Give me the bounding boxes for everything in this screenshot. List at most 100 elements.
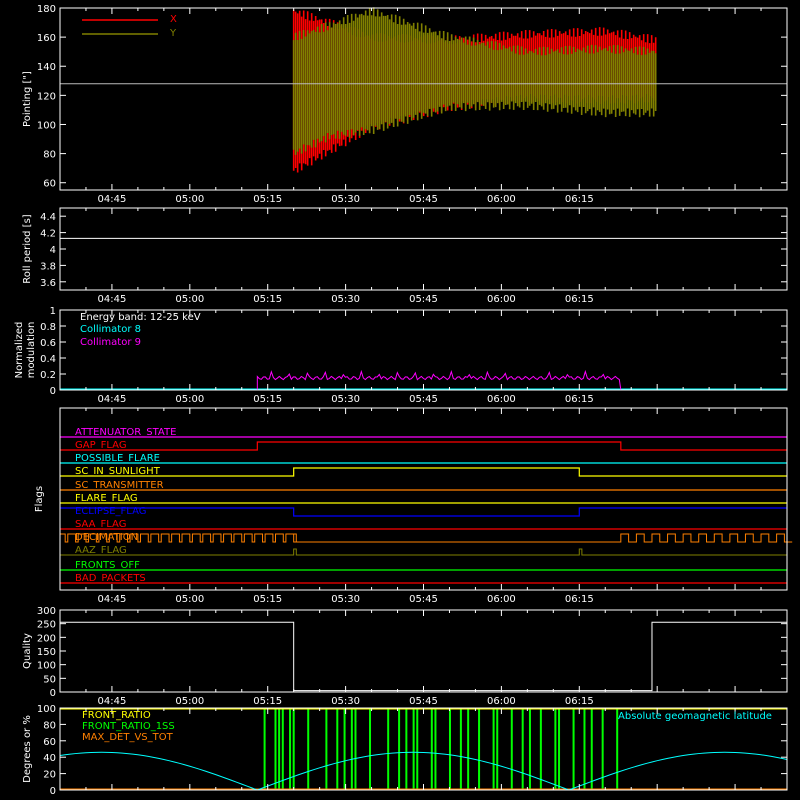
y-tick-label: 1	[50, 306, 56, 317]
flag-label: SC_TRANSMITTER	[75, 480, 164, 491]
y-tick-label: 300	[37, 606, 56, 617]
degrees-panel: 0 20 40 60 80 100 Degrees or % FRONT_RATIOFRONT…	[22, 704, 788, 797]
y-axis-label: modulation	[26, 322, 37, 379]
time-tick-label: 05:00	[175, 194, 204, 205]
flag-label: ECLIPSE_FLAG	[75, 506, 146, 517]
legend-geomag: Absolute geomagnetic latitude	[618, 711, 772, 722]
flag-label: SAA_FLAG	[75, 519, 126, 530]
time-tick-label: 06:15	[565, 194, 594, 205]
time-tick-label: 05:30	[331, 394, 360, 405]
time-tick-label: 06:15	[565, 394, 594, 405]
flag-label: AAZ_FLAG	[75, 545, 127, 556]
flags-panel: Flags ATTENUATOR_STATE GAP_FLAG POSSIBLE_FL…	[34, 407, 793, 605]
quality-line	[60, 621, 787, 692]
multi-panel-chart: 6080100120140160180Pointing ["]04:45 05:0…	[14, 4, 793, 797]
flag-line	[60, 441, 787, 451]
time-tick-label: 05:00	[175, 594, 204, 605]
legend-label: FRONT_RATIO	[82, 710, 151, 721]
y-tick-label: 80	[43, 150, 56, 161]
legend-collimator-8: Collimator 8	[80, 324, 141, 335]
legend-y-label: Y	[169, 28, 177, 39]
time-tick-label: 05:00	[175, 394, 204, 405]
flag-label: DECIMATION	[75, 532, 138, 543]
flag-label: POSSIBLE_FLARE	[75, 453, 160, 464]
y-tick-label: 50	[43, 674, 56, 685]
time-tick-label: 06:15	[565, 594, 594, 605]
time-tick-label: 04:45	[98, 294, 127, 305]
y-tick-label: 100	[37, 704, 56, 715]
legend-collimator-9: Collimator 9	[80, 337, 141, 348]
front-ratio-1ss-bars	[263, 708, 619, 790]
flag-line	[60, 533, 793, 543]
y-tick-label: 4.4	[40, 212, 56, 223]
flag-label: BAD_PACKETS	[75, 573, 146, 584]
time-tick-label: 05:00	[175, 294, 204, 305]
y-tick-label: 4	[50, 245, 56, 256]
pointing-panel: 60 80 100 120 140 160 180 Pointing ["] 04:45 05:0…	[22, 4, 788, 205]
y-tick-label: 0.6	[40, 338, 56, 349]
y-axis-label: Pointing ["]	[22, 71, 33, 127]
y-tick-label: 180	[37, 4, 56, 15]
time-tick-label: 04:45	[98, 594, 127, 605]
y-tick-label: 4.2	[40, 229, 56, 240]
legend-label: FRONT_RATIO_1SS	[82, 721, 175, 732]
time-tick-label: 06:00	[487, 394, 516, 405]
y-tick-label: 0.4	[40, 354, 56, 365]
y-tick-label: 0	[50, 688, 56, 699]
y-tick-label: 20	[43, 770, 56, 781]
y-tick-label: 160	[37, 33, 56, 44]
y-tick-label: 60	[43, 737, 56, 748]
roll-frame	[59, 207, 788, 291]
time-tick-label: 05:45	[409, 294, 438, 305]
y-tick-label: 100	[37, 661, 56, 672]
time-tick-label: 05:30	[331, 194, 360, 205]
time-tick-label: 06:15	[565, 696, 594, 707]
modulation-panel: 0 0.2 0.4 0.6 0.8 1 Normalized modulation 04:45 0…	[14, 306, 788, 405]
time-tick-label: 05:15	[253, 194, 282, 205]
time-tick-label: 04:45	[98, 194, 127, 205]
flag-line	[60, 467, 787, 477]
y-tick-label: 40	[43, 753, 56, 764]
time-tick-label: 06:00	[487, 194, 516, 205]
time-tick-label: 05:30	[331, 294, 360, 305]
y-axis-label: Flags	[34, 486, 45, 512]
flag-label: FLARE_FLAG	[75, 493, 138, 504]
flag-line	[60, 548, 787, 556]
time-tick-label: 06:00	[487, 696, 516, 707]
quality-panel: 0 50 100 150 200 250 300 Quality 04:45 05:00 05:15…	[22, 606, 788, 707]
y-tick-label: 120	[37, 91, 56, 102]
time-tick-label: 05:15	[253, 394, 282, 405]
time-tick-label: 05:30	[331, 594, 360, 605]
time-tick-label: 05:15	[253, 696, 282, 707]
flag-label: FRONTS_OFF	[75, 560, 140, 571]
y-tick-label: 0.2	[40, 370, 56, 381]
roll-period-panel: 3.6 3.8 4 4.2 4.4 Roll period [s] 04:45 05:00 05…	[22, 207, 788, 305]
energy-band-annotation: Energy band: 12-25 keV	[80, 312, 201, 323]
time-tick-label: 05:45	[409, 394, 438, 405]
y-tick-label: 0.8	[40, 322, 56, 333]
flag-label: GAP_FLAG	[75, 440, 127, 451]
time-tick-label: 05:45	[409, 696, 438, 707]
y-tick-label: 3.8	[40, 261, 56, 272]
y-tick-label: 200	[37, 633, 56, 644]
time-tick-label: 04:45	[98, 394, 127, 405]
flag-label: ATTENUATOR_STATE	[75, 427, 176, 438]
time-tick-label: 05:45	[409, 194, 438, 205]
time-tick-label: 06:00	[487, 294, 516, 305]
y-tick-label: 3.6	[40, 278, 56, 289]
time-tick-label: 05:30	[331, 696, 360, 707]
y-axis-label: Quality	[22, 633, 33, 669]
y-tick-label: 100	[37, 120, 56, 131]
time-tick-label: 05:45	[409, 594, 438, 605]
y-tick-label: 150	[37, 647, 56, 658]
y-tick-label: 0	[50, 386, 56, 397]
time-tick-label: 05:00	[175, 696, 204, 707]
time-tick-label: 04:45	[98, 696, 127, 707]
y-tick-label: 80	[43, 720, 56, 731]
time-tick-label: 05:15	[253, 594, 282, 605]
time-tick-label: 06:15	[565, 294, 594, 305]
time-tick-label: 06:00	[487, 594, 516, 605]
y-tick-label: 250	[37, 620, 56, 631]
legend-x-label: X	[170, 14, 177, 25]
legend-label: MAX_DET_VS_TOT	[82, 732, 174, 743]
